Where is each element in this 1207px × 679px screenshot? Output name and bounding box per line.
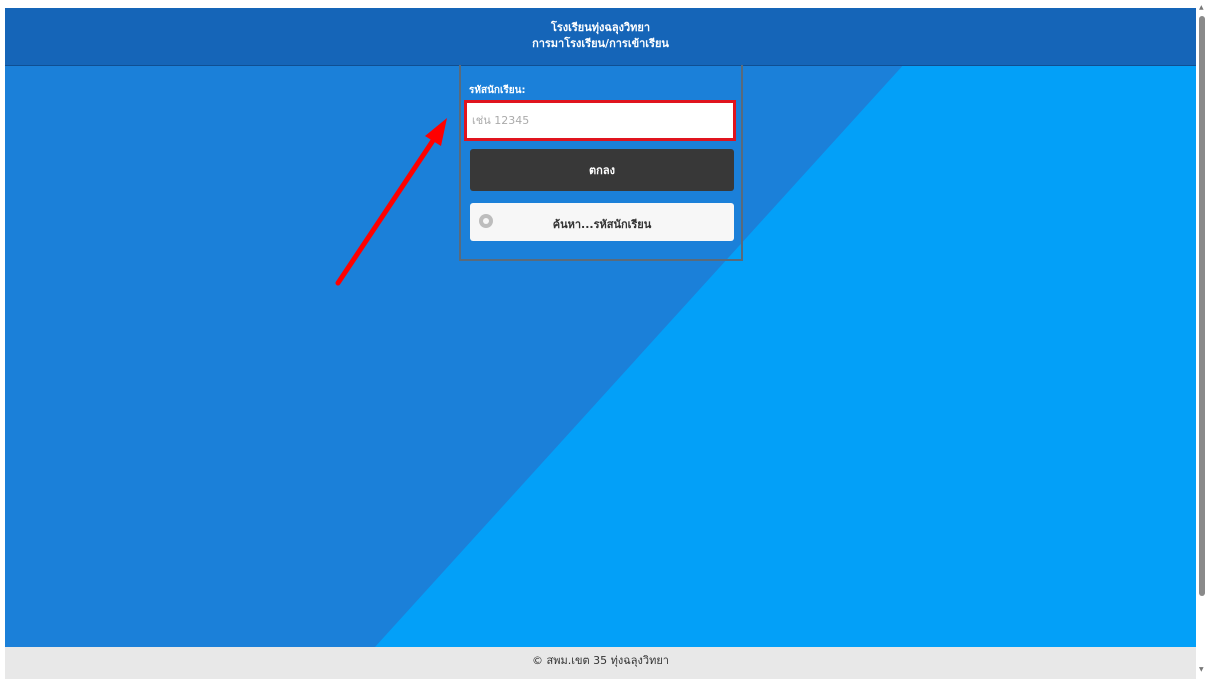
student-id-label: รหัสนักเรียน: xyxy=(469,85,526,96)
ok-button[interactable]: ตกลง xyxy=(470,149,734,191)
page-footer: © สพม.เขต 35 ทุ่งฉลุงวิทยา xyxy=(5,647,1196,679)
scroll-down-arrow-icon[interactable]: ▼ xyxy=(1199,666,1204,673)
scrollbar-thumb[interactable] xyxy=(1199,16,1205,596)
page-viewport: โรงเรียนทุ่งฉลุงวิทยา การมาโรงเรียน/การเ… xyxy=(5,8,1196,679)
school-name: โรงเรียนทุ่งฉลุงวิทยา xyxy=(550,21,651,34)
vertical-scrollbar[interactable]: ▲ ▼ xyxy=(1197,0,1207,679)
page-subtitle: การมาโรงเรียน/การเข้าเรียน xyxy=(532,37,669,50)
page-header: โรงเรียนทุ่งฉลุงวิทยา การมาโรงเรียน/การเ… xyxy=(5,8,1196,66)
search-student-id-button[interactable]: ค้นหา...รหัสนักเรียน xyxy=(470,203,734,241)
scroll-up-arrow-icon[interactable]: ▲ xyxy=(1199,4,1204,11)
search-button-label: ค้นหา...รหัสนักเรียน xyxy=(552,218,652,231)
student-id-input[interactable] xyxy=(464,100,736,141)
